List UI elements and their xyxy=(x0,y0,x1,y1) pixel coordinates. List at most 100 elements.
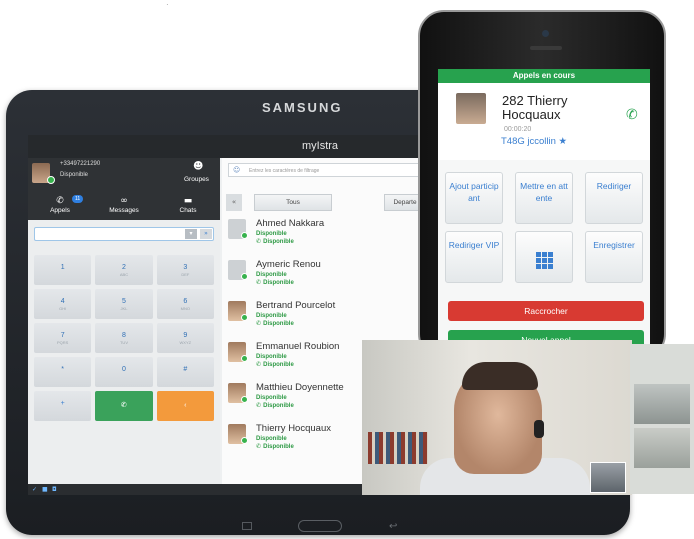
dial-key-2[interactable]: 2 ABC xyxy=(95,255,153,285)
search-placeholder: Entrez les caractères de filtrage xyxy=(249,168,320,174)
phone-screen: Appels en cours 282 Thierry Hocquaux 00:… xyxy=(438,69,650,345)
dial-number-input[interactable]: ▾ » xyxy=(34,227,214,241)
call-button[interactable]: ✆ xyxy=(95,391,153,421)
contacts-icon: ☺ xyxy=(233,166,241,174)
main-tabs: ✆ Appels 11 ∞ Messages ▬ Chats xyxy=(28,194,220,220)
contact-phone-status: ✆ Disponible xyxy=(256,279,294,286)
contact-name: Thierry Hocquaux xyxy=(256,423,331,434)
participant-thumbnail[interactable] xyxy=(634,428,690,468)
list-item[interactable]: Bertrand Pourcelot Disponible ✆ Disponib… xyxy=(228,300,424,340)
contact-status: Disponible xyxy=(256,313,287,319)
tab-label: Appels xyxy=(50,207,70,214)
account-number: +33497221290 xyxy=(60,161,101,167)
contact-status: Disponible xyxy=(256,436,287,442)
video-icon: ■ xyxy=(42,486,48,493)
chat-icon: ▬ xyxy=(183,196,193,206)
recent-apps-key[interactable] xyxy=(242,522,252,530)
contact-status: Disponible xyxy=(256,231,287,237)
presence-dot xyxy=(241,232,248,239)
settings-icon: ◘ xyxy=(52,486,57,493)
presence-dot xyxy=(241,273,248,280)
video-call-window xyxy=(362,340,632,495)
check-icon: ✓ xyxy=(32,486,38,493)
chevron-left-icon: ‹ xyxy=(184,402,187,409)
dial-key-5[interactable]: 5 JKL xyxy=(95,289,153,319)
dial-key-0[interactable]: 0 xyxy=(95,357,153,387)
contact-name: Matthieu Doyennette xyxy=(256,382,344,393)
camera-lens xyxy=(542,30,549,37)
account-status[interactable]: Disponible xyxy=(60,172,88,178)
contact-name: Emmanuel Roubion xyxy=(256,341,340,352)
contact-status: Disponible xyxy=(256,272,287,278)
backspace-button[interactable]: ‹ xyxy=(156,391,214,421)
caller-name: 282 Thierry Hocquaux xyxy=(502,93,568,122)
phone-icon: ✆ xyxy=(121,401,127,409)
redirect-button[interactable]: Rediriger xyxy=(585,172,643,224)
filter-tabs: « Tous Departe xyxy=(226,194,424,211)
speaker-grille xyxy=(530,46,562,50)
account-header: +33497221290 Disponible ☻ Groupes ✆ Appe… xyxy=(28,158,220,220)
hold-button[interactable]: Mettre en attente xyxy=(515,172,573,224)
forward-icon[interactable]: » xyxy=(200,229,212,239)
dial-key-4[interactable]: 4 GHI xyxy=(34,289,92,319)
dropdown-chevron-icon[interactable]: ▾ xyxy=(185,229,197,239)
secondary-video-window xyxy=(630,344,694,494)
avatar xyxy=(456,93,486,124)
self-view-thumbnail[interactable] xyxy=(590,462,626,493)
tab-tous[interactable]: Tous xyxy=(254,194,332,211)
tab-messages[interactable]: ∞ Messages xyxy=(92,194,156,220)
add-button[interactable]: + xyxy=(34,391,92,421)
presence-dot xyxy=(241,437,248,444)
bookshelf-background xyxy=(368,432,428,464)
dial-key-8[interactable]: 8 TUV xyxy=(95,323,153,353)
dialer-panel: +33497221290 Disponible ☻ Groupes ✆ Appe… xyxy=(28,158,220,484)
tab-chats[interactable]: ▬ Chats xyxy=(156,194,220,220)
tab-appels[interactable]: ✆ Appels 11 xyxy=(28,194,92,220)
contact-phone-status: ✆ Disponible xyxy=(256,320,294,327)
dial-key-6[interactable]: 6 MNO xyxy=(156,289,214,319)
dial-key-7[interactable]: 7 PQRS xyxy=(34,323,92,353)
voicemail-icon: ∞ xyxy=(120,196,128,206)
list-item[interactable]: Aymeric Renou Disponible ✆ Disponible xyxy=(228,259,424,299)
tablet-brand-logo: SAMSUNG xyxy=(262,100,343,115)
tab-label: Messages xyxy=(109,207,139,214)
participant-thumbnail[interactable] xyxy=(634,384,690,424)
contact-phone-status: ✆ Disponible xyxy=(256,238,294,245)
page-title: Appels en cours xyxy=(438,69,650,83)
dial-key-3[interactable]: 3 DEF xyxy=(156,255,214,285)
contact-phone-status: ✆ Disponible xyxy=(256,361,294,368)
contact-name: Bertrand Pourcelot xyxy=(256,300,336,311)
smartphone-device: Appels en cours 282 Thierry Hocquaux 00:… xyxy=(418,10,666,360)
dial-key-hash[interactable]: # xyxy=(156,357,214,387)
contact-phone-status: ✆ Disponible xyxy=(256,443,294,450)
back-key-icon[interactable]: ↩ xyxy=(389,521,397,532)
dial-key-1[interactable]: 1 xyxy=(34,255,92,285)
record-button[interactable]: Enregistrer xyxy=(585,231,643,283)
contact-status: Disponible xyxy=(256,354,287,360)
dial-key-9[interactable]: 9 WXYZ xyxy=(156,323,214,353)
groups-icon[interactable]: ☻ xyxy=(193,161,203,172)
groups-button[interactable]: Groupes xyxy=(184,176,209,183)
missed-calls-badge: 11 xyxy=(72,195,84,203)
presence-dot xyxy=(241,314,248,321)
add-participant-button[interactable]: Ajout participant xyxy=(445,172,503,224)
caller-info[interactable]: T48G jccollin ★ xyxy=(501,136,567,147)
contact-name: Aymeric Renou xyxy=(256,259,321,270)
chevron-left-icon[interactable]: « xyxy=(226,194,242,211)
presence-dot xyxy=(241,396,248,403)
contact-name: Ahmed Nakkara xyxy=(256,218,325,229)
keypad-button[interactable] xyxy=(515,231,573,283)
participant-hair xyxy=(462,362,538,390)
keypad-icon xyxy=(518,252,570,269)
presence-dot xyxy=(47,176,55,184)
dial-key-star[interactable]: * xyxy=(34,357,92,387)
contact-search-input[interactable]: ☺ Entrez les caractères de filtrage xyxy=(228,163,424,177)
call-actions: Ajout participant Mettre en attente Redi… xyxy=(445,172,643,283)
dialpad: 1 2 ABC 3 DEF 4 GHI 5 JKL 6 MNO 7 PQRS 8 TUV 9W… xyxy=(34,255,214,421)
headset-icon xyxy=(534,420,544,438)
home-button[interactable] xyxy=(298,520,342,532)
phone-icon: ✆ xyxy=(626,107,638,123)
redirect-vip-button[interactable]: Rediriger VIP xyxy=(445,231,503,283)
list-item[interactable]: Ahmed Nakkara Disponible ✆ Disponible xyxy=(228,218,424,258)
hangup-button[interactable]: Raccrocher xyxy=(448,301,644,321)
